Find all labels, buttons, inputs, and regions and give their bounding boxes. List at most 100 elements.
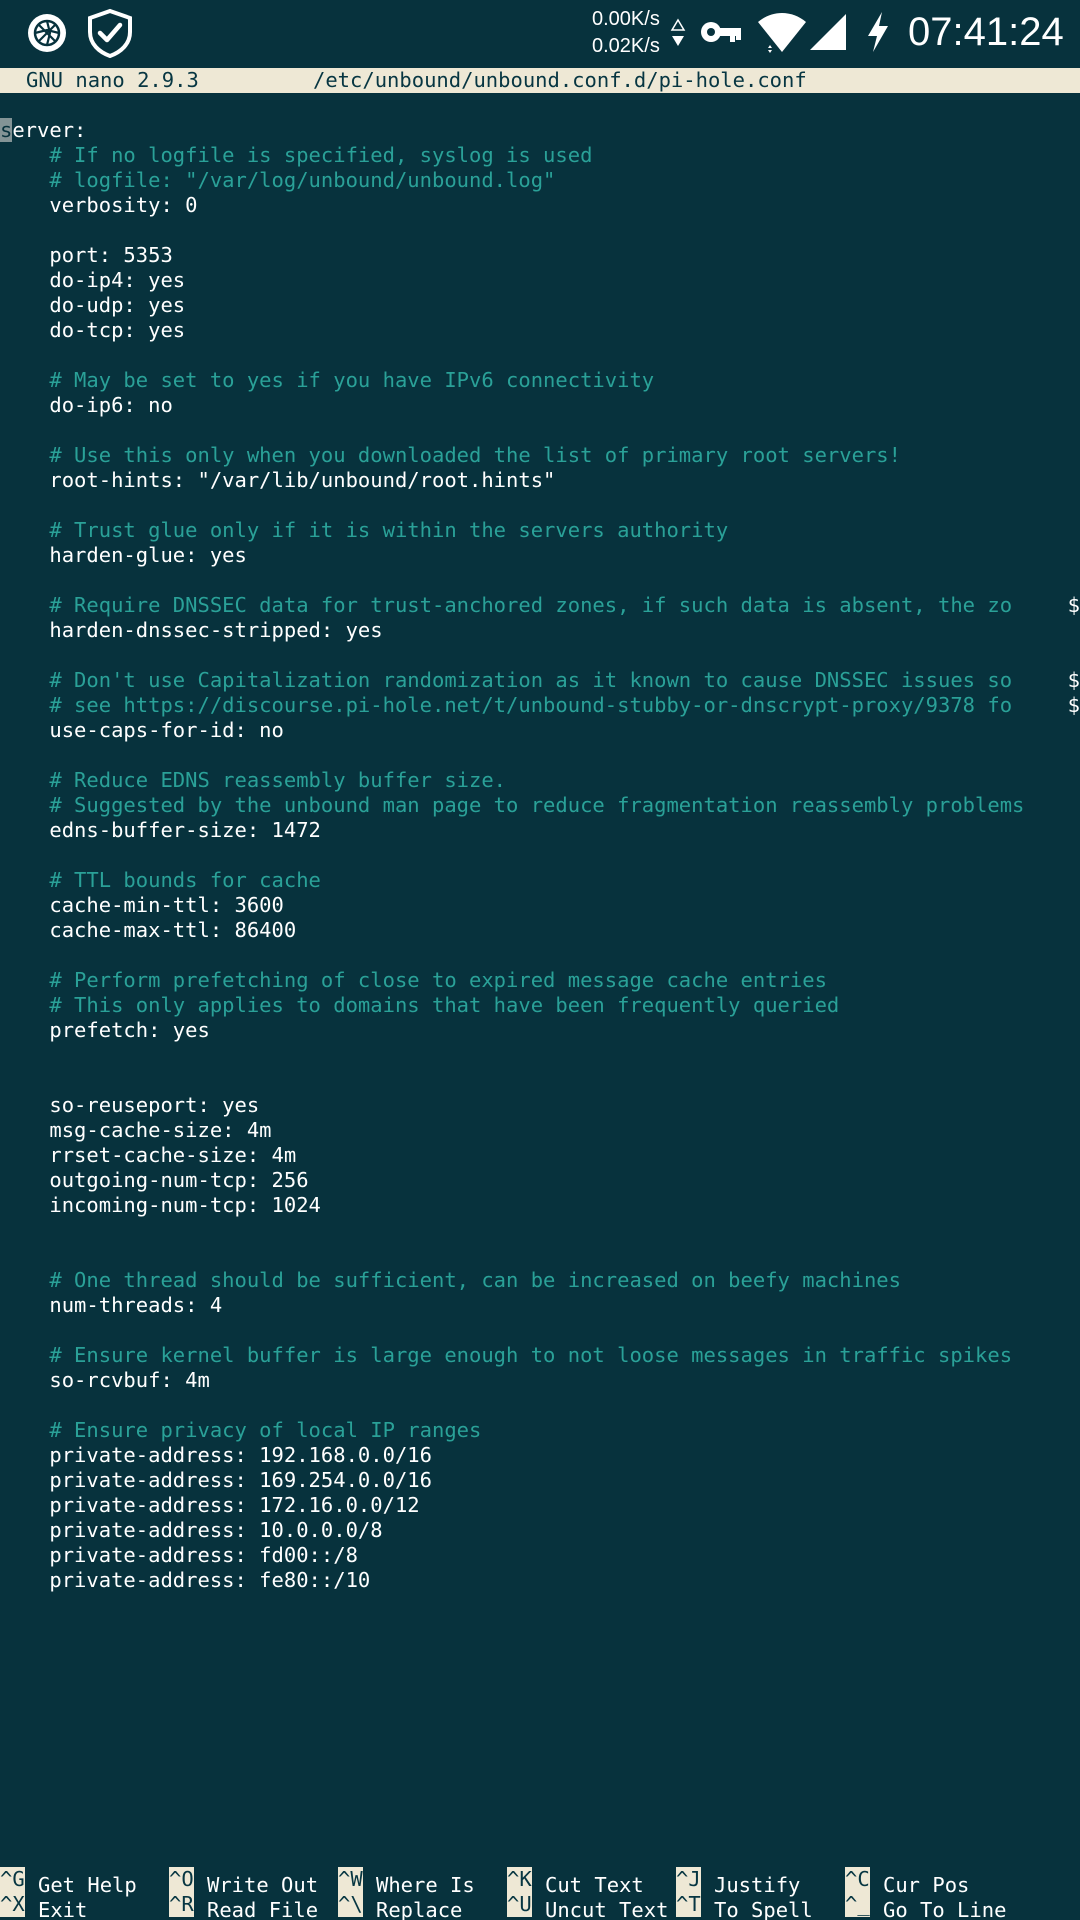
shortcut-where-is[interactable]: ^W Where Is <box>338 1867 475 1897</box>
editor-line[interactable]: root-hints: "/var/lib/unbound/root.hints… <box>0 468 1080 493</box>
editor-line[interactable]: # Ensure privacy of local IP ranges <box>0 1418 1080 1443</box>
nano-title-bar: GNU nano 2.9.3 /etc/unbound/unbound.conf… <box>0 68 1080 93</box>
cell-signal-icon <box>810 14 846 50</box>
editor-line[interactable]: port: 5353 <box>0 243 1080 268</box>
editor-line[interactable]: # Ensure kernel buffer is large enough t… <box>0 1343 1080 1368</box>
shortcut-exit[interactable]: ^X Exit <box>0 1892 87 1920</box>
text-cursor: s <box>0 118 13 142</box>
editor-line[interactable] <box>0 1068 1080 1093</box>
config-comment: # Require DNSSEC data for trust-anchored… <box>0 593 1013 617</box>
editor-line[interactable] <box>0 843 1080 868</box>
editor-line[interactable] <box>0 1243 1080 1268</box>
editor-line[interactable]: prefetch: yes <box>0 1018 1080 1043</box>
editor-line[interactable] <box>0 643 1080 668</box>
shortcut-label: Uncut Text <box>545 1898 669 1920</box>
shortcut-cur-pos[interactable]: ^C Cur Pos <box>845 1867 969 1897</box>
editor-line[interactable] <box>0 1318 1080 1343</box>
editor-line[interactable]: verbosity: 0 <box>0 193 1080 218</box>
editor-line[interactable] <box>0 1393 1080 1418</box>
editor-line[interactable]: use-caps-for-id: no <box>0 718 1080 743</box>
config-line: do-ip6: no <box>0 393 173 417</box>
shortcut-justify[interactable]: ^J Justify <box>676 1867 800 1897</box>
config-line: so-reuseport: yes <box>0 1093 260 1117</box>
config-line: num-threads: 4 <box>0 1293 223 1317</box>
config-line: do-udp: yes <box>0 293 186 317</box>
editor-line[interactable]: edns-buffer-size: 1472 <box>0 818 1080 843</box>
config-line: server: <box>0 118 87 142</box>
shortcut-read-file[interactable]: ^R Read File <box>169 1892 318 1920</box>
editor-line[interactable]: # Trust glue only if it is within the se… <box>0 518 1080 543</box>
clock: 07:41:24 <box>908 10 1064 54</box>
editor-line[interactable]: do-ip6: no <box>0 393 1080 418</box>
editor-buffer[interactable]: server: # If no logfile is specified, sy… <box>0 118 1080 1858</box>
editor-line[interactable]: cache-max-ttl: 86400 <box>0 918 1080 943</box>
shortcut-label: Go To Line <box>883 1898 1007 1920</box>
editor-line[interactable]: msg-cache-size: 4m <box>0 1118 1080 1143</box>
editor-line[interactable] <box>0 743 1080 768</box>
editor-line[interactable]: incoming-num-tcp: 1024 <box>0 1193 1080 1218</box>
editor-line[interactable]: cache-min-ttl: 3600 <box>0 893 1080 918</box>
editor-line[interactable]: # see https://discourse.pi-hole.net/t/un… <box>0 693 1080 718</box>
editor-line[interactable]: harden-glue: yes <box>0 543 1080 568</box>
line-overflow-marker: $ <box>1066 593 1080 618</box>
config-line: msg-cache-size: 4m <box>0 1118 272 1142</box>
editor-line[interactable]: private-address: 192.168.0.0/16 <box>0 1443 1080 1468</box>
editor-line[interactable]: # If no logfile is specified, syslog is … <box>0 143 1080 168</box>
editor-line[interactable]: # Suggested by the unbound man page to r… <box>0 793 1080 818</box>
editor-line[interactable]: harden-dnssec-stripped: yes <box>0 618 1080 643</box>
shortcut-get-help[interactable]: ^G Get Help <box>0 1867 137 1897</box>
editor-line[interactable] <box>0 493 1080 518</box>
editor-line[interactable] <box>0 218 1080 243</box>
editor-line[interactable]: # One thread should be sufficient, can b… <box>0 1268 1080 1293</box>
editor-line[interactable]: do-udp: yes <box>0 293 1080 318</box>
config-line: use-caps-for-id: no <box>0 718 284 742</box>
config-line: verbosity: 0 <box>0 193 198 217</box>
editor-line[interactable]: # Don't use Capitalization randomization… <box>0 668 1080 693</box>
editor-line[interactable] <box>0 418 1080 443</box>
config-line: rrset-cache-size: 4m <box>0 1143 297 1167</box>
editor-line[interactable]: so-rcvbuf: 4m <box>0 1368 1080 1393</box>
config-line: private-address: 10.0.0.0/8 <box>0 1518 383 1542</box>
shortcut-uncut-text[interactable]: ^U Uncut Text <box>507 1892 669 1920</box>
editor-line[interactable]: rrset-cache-size: 4m <box>0 1143 1080 1168</box>
editor-line[interactable] <box>0 943 1080 968</box>
editor-line[interactable]: do-ip4: yes <box>0 268 1080 293</box>
shortcut-label: To Spell <box>714 1898 813 1920</box>
editor-line[interactable] <box>0 1218 1080 1243</box>
editor-line[interactable]: private-address: 10.0.0.0/8 <box>0 1518 1080 1543</box>
config-line: private-address: fd00::/8 <box>0 1543 358 1567</box>
shortcut-write-out[interactable]: ^O Write Out <box>169 1867 318 1897</box>
editor-line[interactable]: do-tcp: yes <box>0 318 1080 343</box>
config-comment: # Reduce EDNS reassembly buffer size. <box>0 768 507 792</box>
editor-line[interactable]: outgoing-num-tcp: 256 <box>0 1168 1080 1193</box>
editor-line[interactable] <box>0 1043 1080 1068</box>
editor-line[interactable]: private-address: 172.16.0.0/12 <box>0 1493 1080 1518</box>
editor-line[interactable]: # TTL bounds for cache <box>0 868 1080 893</box>
shortcut-key: ^T <box>676 1892 701 1917</box>
config-line: edns-buffer-size: 1472 <box>0 818 321 842</box>
editor-line[interactable]: # logfile: "/var/log/unbound/unbound.log… <box>0 168 1080 193</box>
editor-line[interactable]: # Reduce EDNS reassembly buffer size. <box>0 768 1080 793</box>
editor-line[interactable]: # May be set to yes if you have IPv6 con… <box>0 368 1080 393</box>
editor-line[interactable]: server: <box>0 118 1080 143</box>
editor-line[interactable]: # Require DNSSEC data for trust-anchored… <box>0 593 1080 618</box>
editor-line[interactable]: private-address: fd00::/8 <box>0 1543 1080 1568</box>
config-line: incoming-num-tcp: 1024 <box>0 1193 321 1217</box>
editor-line[interactable]: # This only applies to domains that have… <box>0 993 1080 1018</box>
shortcut-key: ^K <box>507 1867 532 1892</box>
shortcut-to-spell[interactable]: ^T To Spell <box>676 1892 813 1920</box>
shortcut-cut-text[interactable]: ^K Cut Text <box>507 1867 644 1897</box>
editor-line[interactable]: private-address: 169.254.0.0/16 <box>0 1468 1080 1493</box>
config-line: do-tcp: yes <box>0 318 186 342</box>
editor-line[interactable]: # Use this only when you downloaded the … <box>0 443 1080 468</box>
editor-line[interactable]: num-threads: 4 <box>0 1293 1080 1318</box>
editor-line[interactable] <box>0 343 1080 368</box>
editor-line[interactable]: private-address: fe80::/10 <box>0 1568 1080 1593</box>
editor-line[interactable]: so-reuseport: yes <box>0 1093 1080 1118</box>
shortcut-replace[interactable]: ^\ Replace <box>338 1892 462 1920</box>
editor-line[interactable] <box>0 568 1080 593</box>
shortcut-key: ^J <box>676 1867 701 1892</box>
shortcut-go-to-line[interactable]: ^_ Go To Line <box>845 1892 1007 1920</box>
editor-line[interactable]: # Perform prefetching of close to expire… <box>0 968 1080 993</box>
config-comment: # Don't use Capitalization randomization… <box>0 668 1013 692</box>
